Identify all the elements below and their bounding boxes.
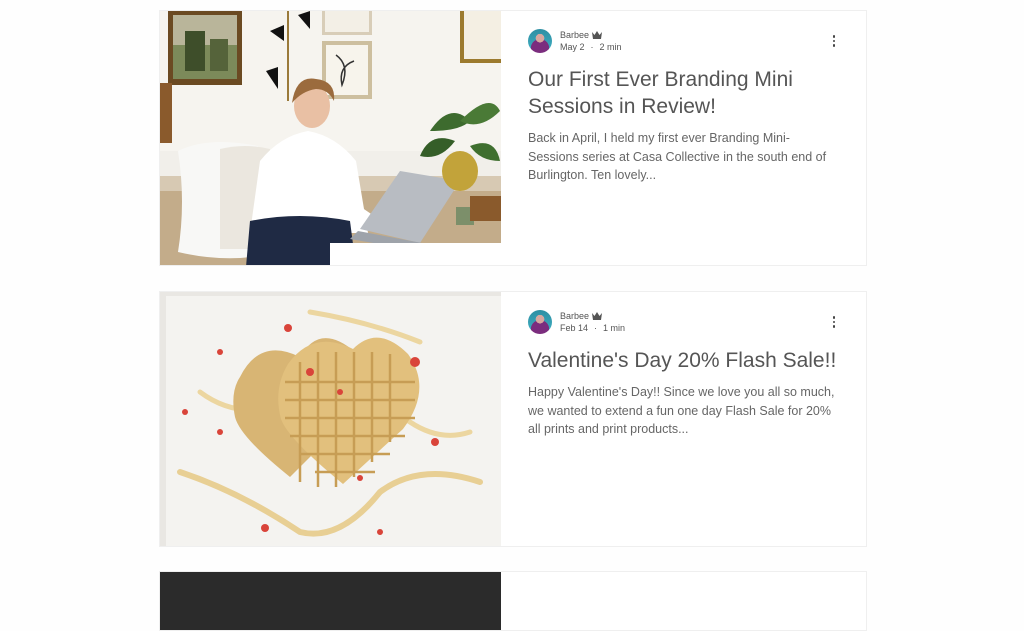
meta-separator: · [590, 42, 594, 52]
author-name[interactable]: Barbee [560, 29, 589, 41]
crown-icon [592, 31, 603, 39]
read-time: 2 min [599, 42, 622, 52]
post-cover-image[interactable] [160, 572, 501, 630]
meta-separator: · [594, 323, 598, 333]
post-date: May 2 [560, 42, 585, 52]
post-content: Barbee May 2 · 2 min Our First Ever Bran… [501, 11, 866, 265]
post-title[interactable]: Our First Ever Branding Mini Sessions in… [528, 66, 838, 120]
author-avatar[interactable] [528, 310, 552, 334]
read-time: 1 min [603, 323, 626, 333]
blog-post-card[interactable]: Barbee May 2 · 2 min Our First Ever Bran… [159, 10, 867, 266]
post-meta: Barbee May 2 · 2 min [528, 29, 838, 53]
more-vertical-icon[interactable] [832, 316, 836, 330]
post-excerpt[interactable]: Happy Valentine's Day!! Since we love yo… [528, 383, 838, 439]
post-title[interactable]: Valentine's Day 20% Flash Sale!! [528, 347, 838, 374]
post-content: Barbee Feb 14 · 1 min Valentine's Day 20… [501, 292, 866, 546]
post-content [501, 572, 866, 630]
post-cover-image[interactable] [160, 292, 501, 546]
post-meta: Barbee Feb 14 · 1 min [528, 310, 838, 334]
post-excerpt[interactable]: Back in April, I held my first ever Bran… [528, 129, 838, 185]
author-name[interactable]: Barbee [560, 310, 589, 322]
blog-post-card[interactable]: Barbee Feb 14 · 1 min Valentine's Day 20… [159, 291, 867, 547]
author-avatar[interactable] [528, 29, 552, 53]
more-vertical-icon[interactable] [832, 35, 836, 49]
post-cover-image[interactable] [160, 11, 501, 265]
crown-icon [592, 312, 603, 320]
post-date: Feb 14 [560, 323, 589, 333]
blog-post-card[interactable] [159, 571, 867, 631]
